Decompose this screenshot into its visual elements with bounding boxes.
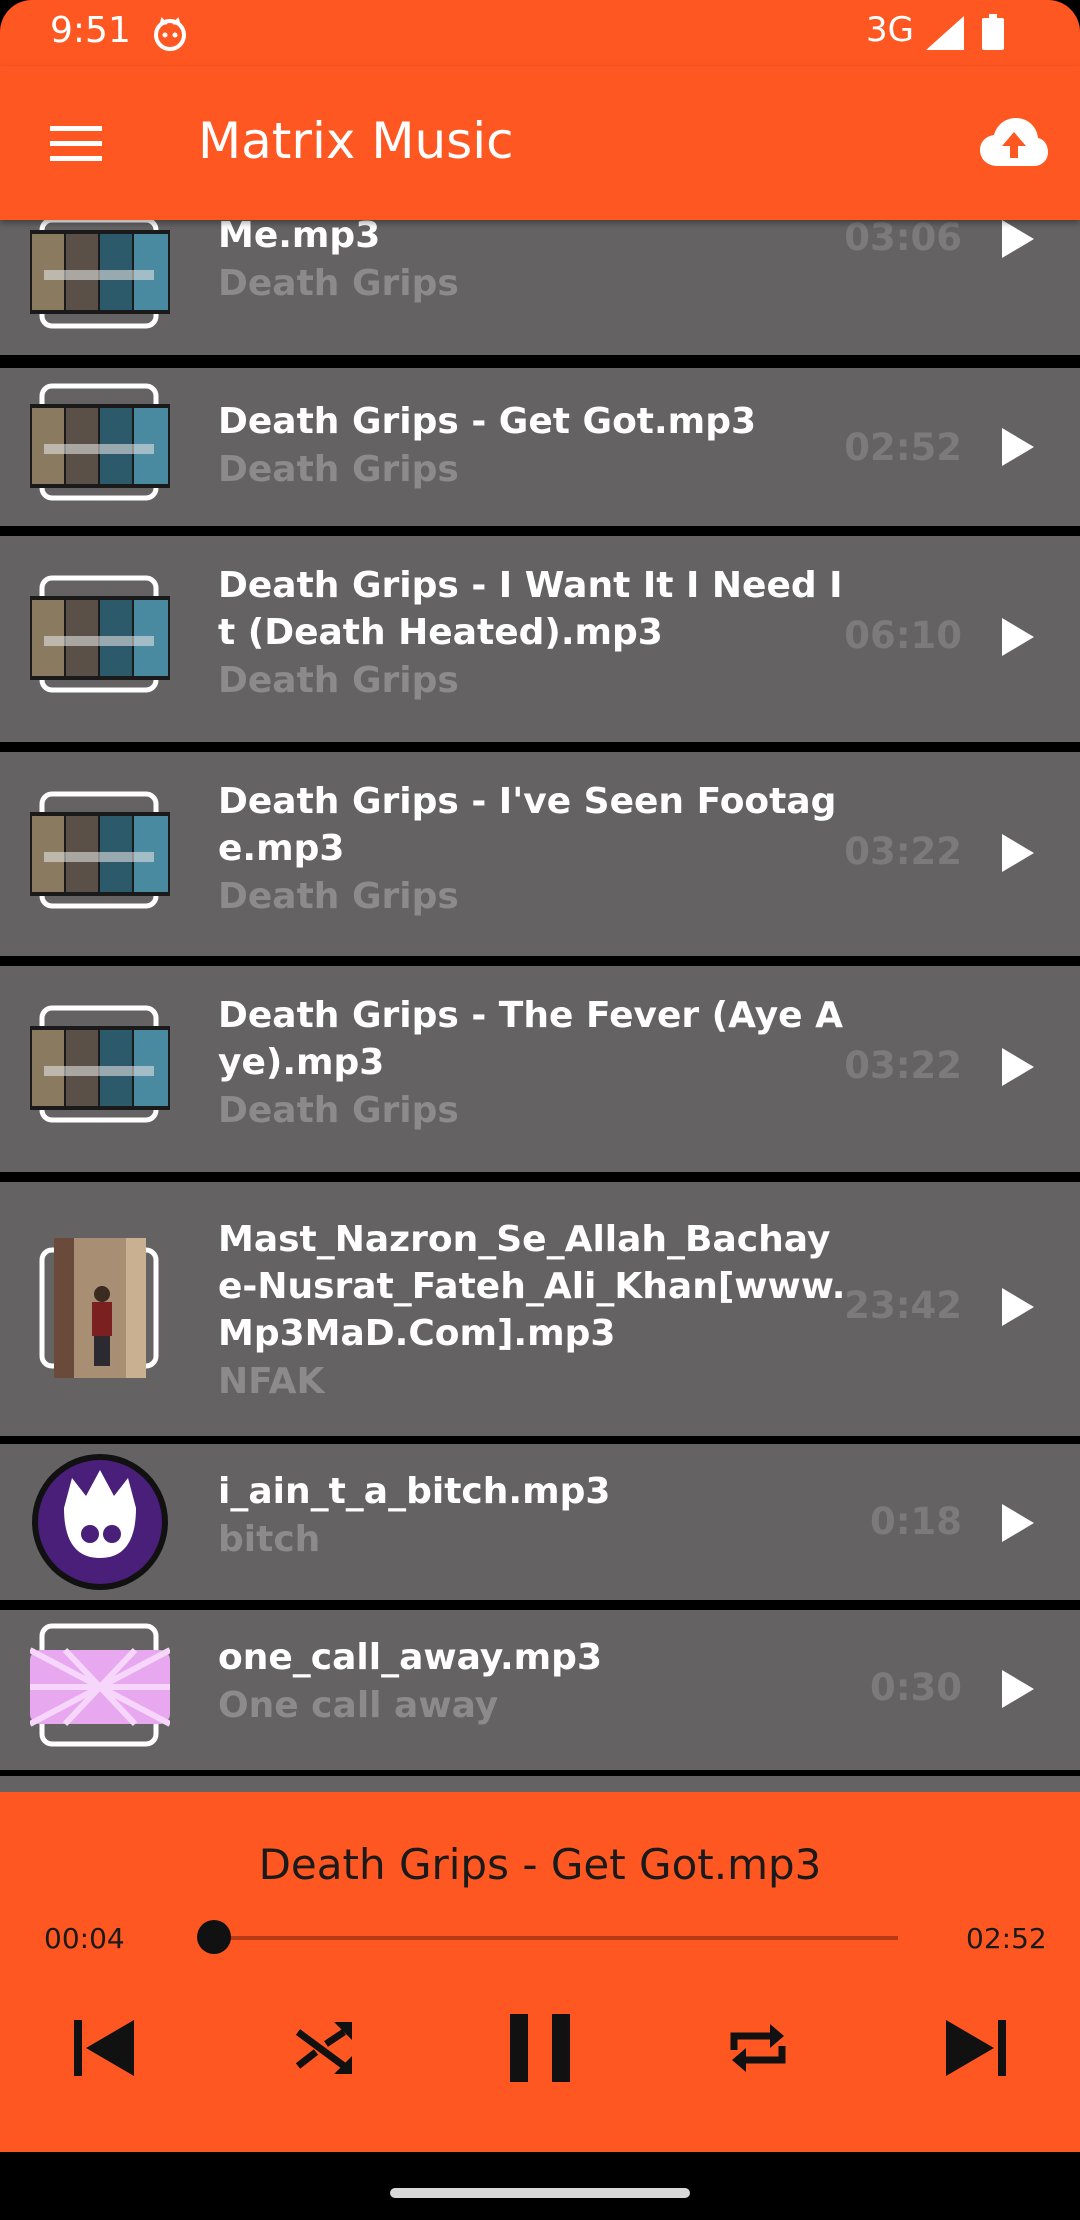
pink-sunburst-icon bbox=[28, 1623, 172, 1747]
pause-icon[interactable] bbox=[502, 2010, 578, 2086]
album-art bbox=[30, 784, 170, 924]
system-nav-bar bbox=[0, 2152, 1080, 2220]
song-title: Mast_Nazron_Se_Allah_Bachaye-Nusrat_Fate… bbox=[218, 1219, 846, 1354]
purple-crown-logo-icon bbox=[32, 1454, 168, 1590]
skip-previous-icon[interactable] bbox=[68, 2010, 144, 2086]
song-row[interactable]: Death Grips - I Want It I Need It (Death… bbox=[0, 536, 1080, 742]
song-row[interactable]: Mast_Nazron_Se_Allah_Bachaye-Nusrat_Fate… bbox=[0, 1182, 1080, 1436]
song-artist: NFAK bbox=[218, 1361, 325, 1402]
song-duration: 23:42 bbox=[844, 1284, 962, 1327]
song-row[interactable] bbox=[0, 1776, 1080, 1792]
album-art bbox=[30, 998, 170, 1138]
play-icon[interactable] bbox=[1000, 1046, 1036, 1088]
song-row[interactable]: one_call_away.mp3 One call away 0:30 bbox=[0, 1610, 1080, 1770]
play-icon[interactable] bbox=[1000, 1668, 1036, 1710]
song-artist: Death Grips bbox=[218, 449, 459, 490]
album-art bbox=[30, 376, 170, 516]
app-title: Matrix Music bbox=[198, 112, 514, 170]
home-gesture-handle[interactable] bbox=[390, 2188, 690, 2198]
death-grips-art-icon bbox=[30, 575, 170, 693]
song-row[interactable]: i_ain_t_a_bitch.mp3 bitch 0:18 bbox=[0, 1444, 1080, 1600]
app-bar: Matrix Music bbox=[0, 66, 1080, 220]
song-row[interactable]: Death Grips - The Fever (Aye Aye).mp3 De… bbox=[0, 966, 1080, 1172]
seek-thumb[interactable] bbox=[197, 1920, 231, 1954]
shuffle-icon[interactable] bbox=[286, 2010, 362, 2086]
skip-next-icon[interactable] bbox=[936, 2010, 1012, 2086]
play-icon[interactable] bbox=[1000, 220, 1036, 260]
song-title: Death Grips - The Fever (Aye Aye).mp3 bbox=[218, 995, 843, 1083]
repeat-icon[interactable] bbox=[720, 2010, 796, 2086]
song-list[interactable]: Me.mp3 Death Grips 03:06 Death Grips - G… bbox=[0, 220, 1080, 1792]
death-grips-art-icon bbox=[30, 791, 170, 909]
song-duration: 02:52 bbox=[844, 426, 962, 469]
song-duration: 03:06 bbox=[844, 220, 962, 259]
play-icon[interactable] bbox=[1000, 616, 1036, 658]
song-duration: 03:22 bbox=[844, 830, 962, 873]
song-duration: 0:30 bbox=[869, 1666, 962, 1709]
song-title: Death Grips - Get Got.mp3 bbox=[218, 401, 757, 442]
song-row[interactable]: Death Grips - Get Got.mp3 Death Grips 02… bbox=[0, 368, 1080, 526]
album-art bbox=[30, 568, 170, 708]
status-bar: 9:51 3G bbox=[0, 0, 1080, 66]
seek-bar[interactable] bbox=[198, 1936, 898, 1940]
album-art bbox=[30, 1238, 170, 1378]
death-grips-art-icon bbox=[30, 1005, 170, 1123]
song-artist: Death Grips bbox=[218, 660, 459, 701]
song-title: Death Grips - I've Seen Footage.mp3 bbox=[218, 781, 837, 869]
signal-icon bbox=[926, 16, 964, 50]
song-artist: Death Grips bbox=[218, 263, 459, 304]
song-artist: Death Grips bbox=[218, 1090, 459, 1131]
song-artist: Death Grips bbox=[218, 876, 459, 917]
song-title: Death Grips - I Want It I Need It (Death… bbox=[218, 565, 843, 653]
song-artist: One call away bbox=[218, 1685, 499, 1726]
cat-notification-icon bbox=[154, 17, 186, 51]
song-title: one_call_away.mp3 bbox=[218, 1637, 602, 1678]
album-art bbox=[30, 1452, 170, 1592]
play-icon[interactable] bbox=[1000, 426, 1036, 468]
network-type: 3G bbox=[866, 10, 914, 50]
status-time: 9:51 bbox=[50, 10, 131, 51]
song-row[interactable]: Death Grips - I've Seen Footage.mp3 Deat… bbox=[0, 752, 1080, 956]
song-duration: 06:10 bbox=[844, 614, 962, 657]
song-row[interactable]: Me.mp3 Death Grips 03:06 bbox=[0, 220, 1080, 355]
total-time: 02:52 bbox=[966, 1922, 1047, 1955]
play-icon[interactable] bbox=[1000, 832, 1036, 874]
now-playing-title: Death Grips - Get Got.mp3 bbox=[258, 1840, 822, 1889]
death-grips-art-icon bbox=[30, 383, 170, 501]
cloud-upload-icon[interactable] bbox=[980, 116, 1048, 168]
song-title: i_ain_t_a_bitch.mp3 bbox=[218, 1471, 611, 1512]
portrait-photo-icon bbox=[39, 1238, 159, 1378]
battery-icon bbox=[982, 14, 1004, 50]
song-duration: 0:18 bbox=[869, 1500, 962, 1543]
menu-icon[interactable] bbox=[50, 124, 102, 164]
play-icon[interactable] bbox=[1000, 1502, 1036, 1544]
album-art bbox=[30, 220, 170, 340]
play-icon[interactable] bbox=[1000, 1286, 1036, 1328]
song-artist: bitch bbox=[218, 1519, 321, 1560]
album-art bbox=[28, 1618, 172, 1758]
death-grips-art-icon bbox=[30, 220, 170, 329]
song-duration: 03:22 bbox=[844, 1044, 962, 1087]
song-title: Me.mp3 bbox=[218, 220, 381, 256]
now-playing-bar: Death Grips - Get Got.mp3 00:04 02:52 bbox=[0, 1792, 1080, 2152]
current-time: 00:04 bbox=[44, 1922, 125, 1955]
